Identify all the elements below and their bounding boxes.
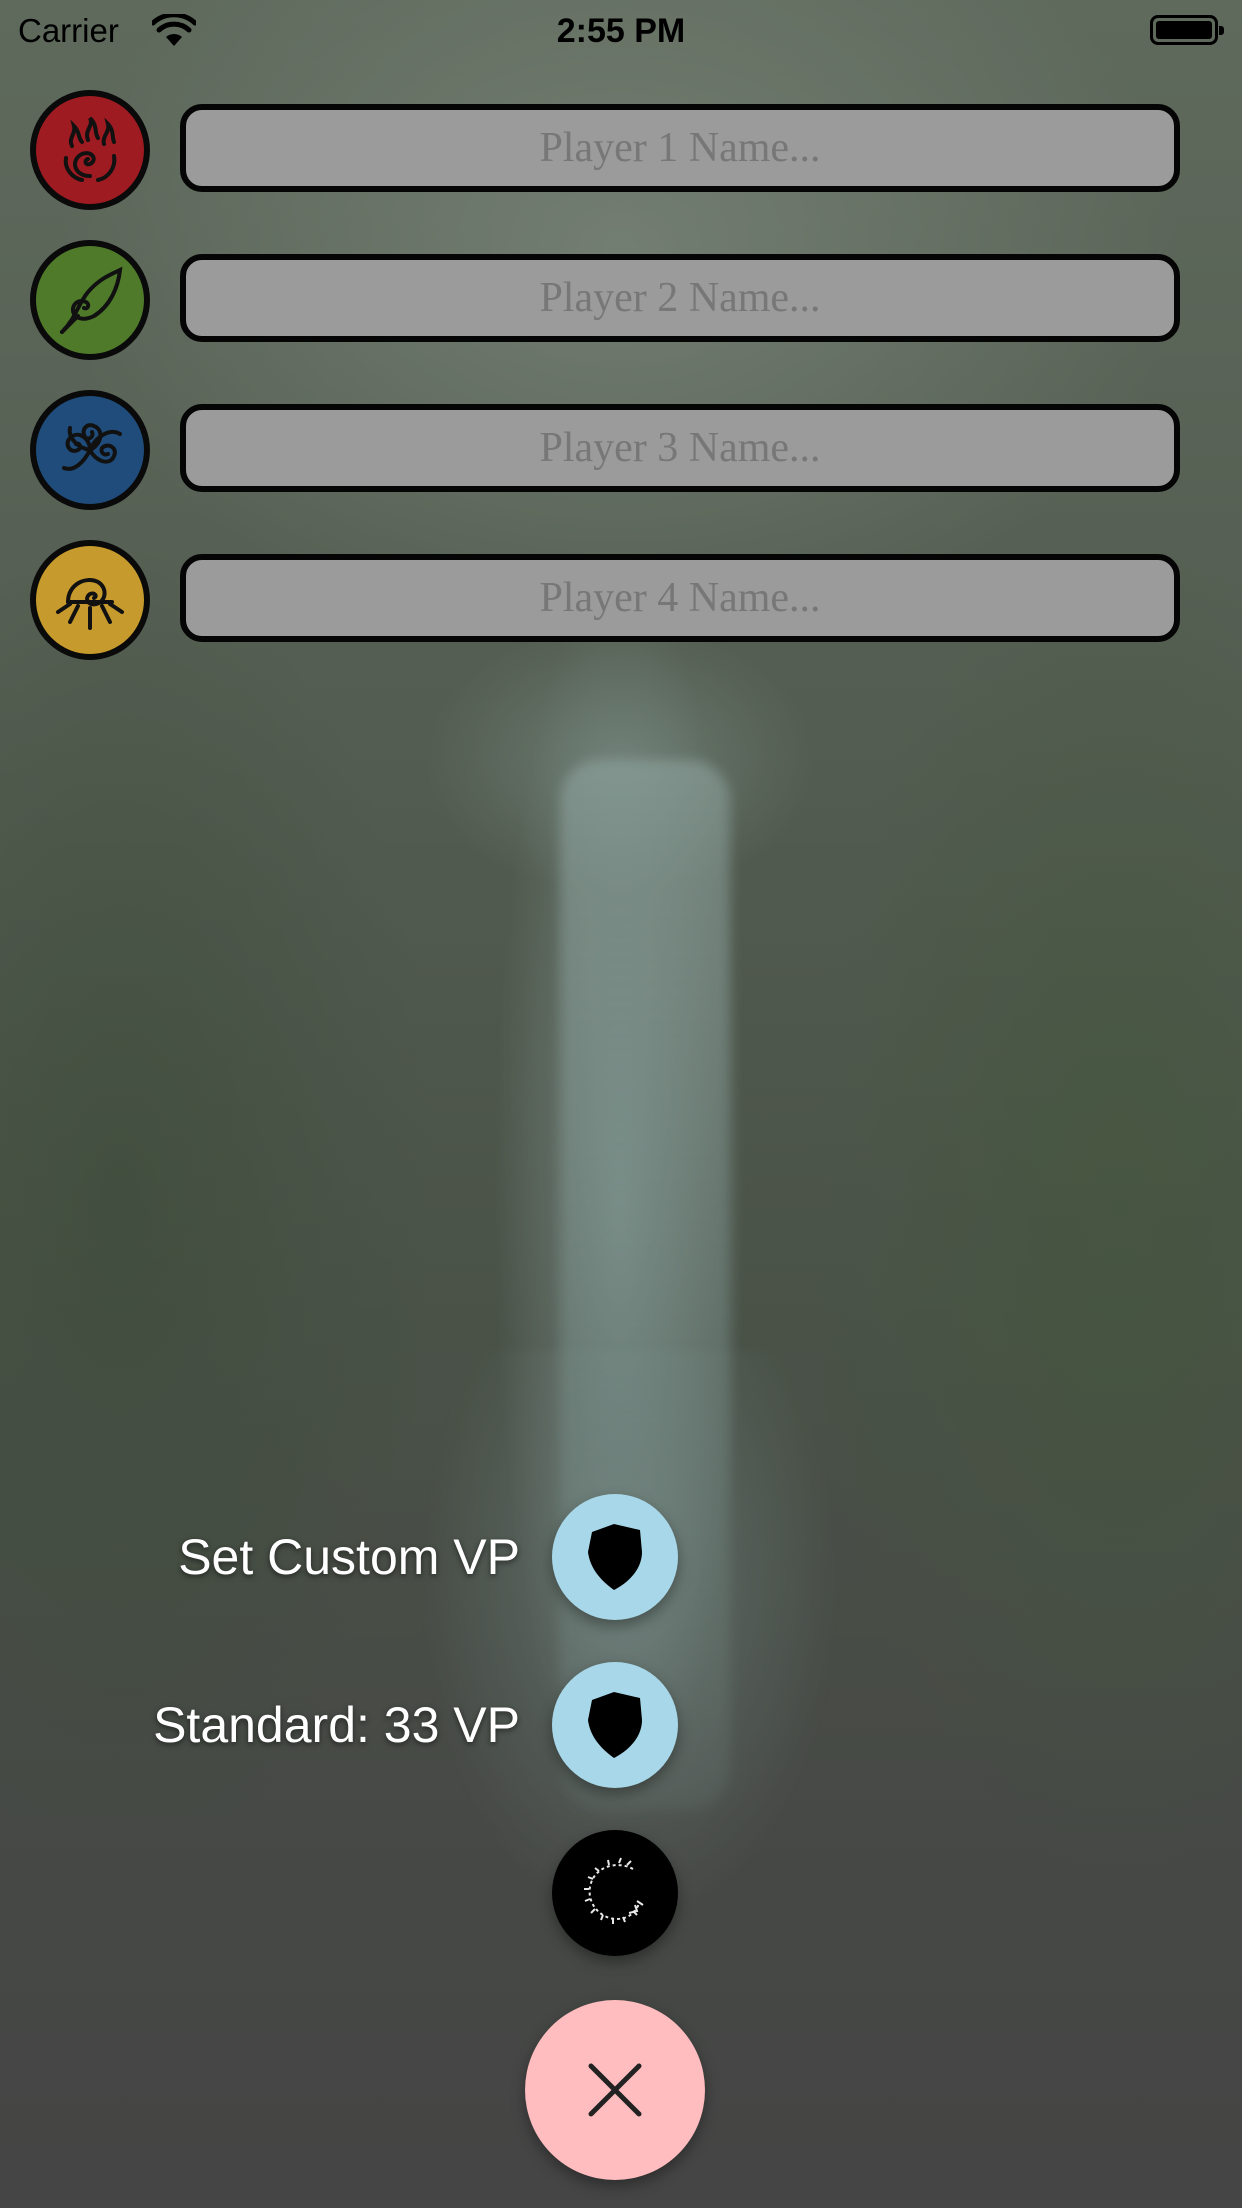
player-row-1 [0, 90, 1242, 210]
status-bar: Carrier 2:55 PM [0, 0, 1242, 60]
status-time: 2:55 PM [556, 12, 686, 50]
shield-icon [588, 1524, 642, 1590]
shield-icon [588, 1692, 642, 1758]
laurel-wreath-icon [584, 1857, 644, 1924]
set-custom-vp-label[interactable]: Set Custom VP [178, 1528, 520, 1586]
leaf-icon[interactable] [30, 240, 150, 360]
close-menu-button[interactable] [525, 2000, 705, 2180]
player-3-name-input[interactable] [180, 404, 1180, 492]
standard-vp-label[interactable]: Standard: 33 VP [153, 1696, 520, 1754]
player-4-name-input[interactable] [180, 554, 1180, 642]
standard-vp-button[interactable] [552, 1662, 678, 1788]
player-1-name-input[interactable] [180, 104, 1180, 192]
player-row-3 [0, 390, 1242, 510]
player-2-name-input[interactable] [180, 254, 1180, 342]
fire-icon[interactable] [30, 90, 150, 210]
battery-icon [1150, 15, 1224, 45]
player-row-2 [0, 240, 1242, 360]
laurel-wreath-button[interactable] [552, 1830, 678, 1956]
close-icon [588, 2063, 642, 2117]
sun-icon[interactable] [30, 540, 150, 660]
player-row-4 [0, 540, 1242, 660]
triskelion-icon[interactable] [30, 390, 150, 510]
set-custom-vp-button[interactable] [552, 1494, 678, 1620]
